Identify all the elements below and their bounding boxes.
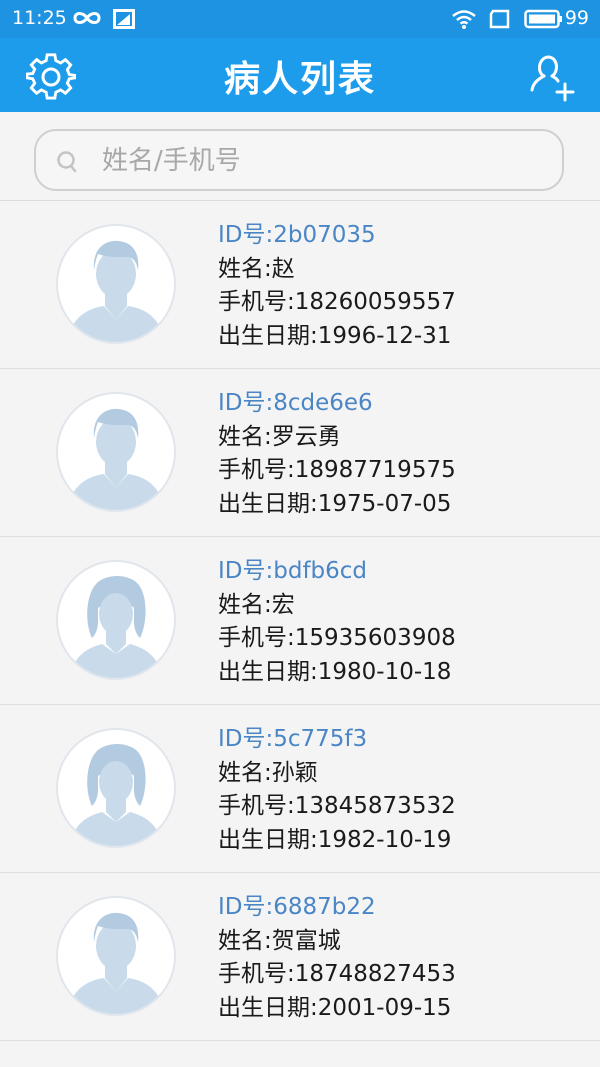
patient-name: 姓名:罗云勇: [218, 423, 341, 450]
patient-info: ID号:8cde6e6 姓名:罗云勇手机号:18987719575 出生日期:197…: [218, 387, 456, 521]
avatar: [56, 560, 176, 680]
avatar: [56, 728, 176, 848]
screen-rotate-icon: [489, 9, 510, 29]
patient-birth-date: 出生日期:1996-12-31: [218, 322, 452, 349]
patient-name: 姓名:贺富城: [218, 927, 341, 954]
patient-id: ID号:bdfb6cd: [218, 558, 368, 584]
patient-info: ID号:bdfb6cd 姓名:宏手机号:15935603908 出生日期:1980-…: [218, 555, 456, 689]
patient-birth-date: 出生日期:1982-10-19: [218, 826, 452, 853]
female-avatar-icon: [70, 576, 162, 678]
female-avatar-icon: [70, 744, 162, 846]
patient-info: ID号:5c775f3 姓名:孙颖手机号:13845873532 出生日期:1982…: [218, 723, 456, 857]
patient-id: ID号:5c775f3: [218, 726, 368, 752]
male-avatar-icon: [68, 240, 164, 342]
patient-row[interactable]: ID号:bdfb6cd 姓名:宏手机号:15935603908 出生日期:1980-…: [0, 537, 600, 705]
app-bar: 病人列表: [0, 38, 600, 112]
patient-info: ID号:6887b22 姓名:贺富城手机号:18748827453 出生日期:200…: [218, 891, 456, 1025]
add-user-icon: [530, 55, 575, 102]
patient-birth-date: 出生日期:2001-09-15: [218, 994, 452, 1021]
image-notification-icon: [113, 9, 135, 29]
patient-phone: 手机号:18748827453: [218, 961, 456, 987]
avatar: [56, 392, 176, 512]
status-time: 11:25: [12, 7, 67, 29]
battery-icon: [524, 9, 562, 29]
male-avatar-icon: [68, 912, 164, 1014]
patient-row[interactable]: ID号:6887b22 姓名:贺富城手机号:18748827453 出生日期:200…: [0, 873, 600, 1041]
infinity-icon: [73, 12, 101, 24]
patient-list: ID号:2b07035 姓名:赵手机号:18260059557 出生日期:1996-…: [0, 201, 600, 1041]
patient-birth-date: 出生日期:1975-07-05: [218, 490, 452, 517]
status-bar: 11:25 99: [0, 0, 600, 38]
add-patient-button[interactable]: [528, 52, 578, 102]
patient-birth-date: 出生日期:1980-10-18: [218, 658, 452, 685]
search-box[interactable]: [34, 129, 564, 191]
patient-name: 姓名:赵: [218, 255, 295, 282]
search-icon: [57, 151, 77, 173]
search-input[interactable]: [100, 141, 544, 181]
patient-id: ID号:6887b22: [218, 894, 376, 920]
patient-phone: 手机号:15935603908: [218, 625, 456, 651]
avatar: [56, 224, 176, 344]
patient-id: ID号:8cde6e6: [218, 390, 373, 416]
patient-name: 姓名:宏: [218, 591, 295, 618]
wifi-icon: [452, 10, 476, 29]
battery-level: 99: [564, 7, 589, 29]
search-bar: [0, 112, 600, 201]
patient-row[interactable]: ID号:8cde6e6 姓名:罗云勇手机号:18987719575 出生日期:197…: [0, 369, 600, 537]
patient-phone: 手机号:18987719575: [218, 457, 456, 483]
page-title: 病人列表: [223, 59, 376, 100]
patient-row[interactable]: ID号:2b07035 姓名:赵手机号:18260059557 出生日期:1996-…: [0, 201, 600, 369]
patient-row[interactable]: ID号:5c775f3 姓名:孙颖手机号:13845873532 出生日期:1982…: [0, 705, 600, 873]
patient-phone: 手机号:13845873532: [218, 793, 456, 819]
avatar: [56, 896, 176, 1016]
patient-info: ID号:2b07035 姓名:赵手机号:18260059557 出生日期:1996-…: [218, 219, 456, 353]
patient-id: ID号:2b07035: [218, 222, 376, 248]
male-avatar-icon: [68, 408, 164, 510]
patient-name: 姓名:孙颖: [218, 759, 318, 786]
patient-phone: 手机号:18260059557: [218, 289, 456, 315]
